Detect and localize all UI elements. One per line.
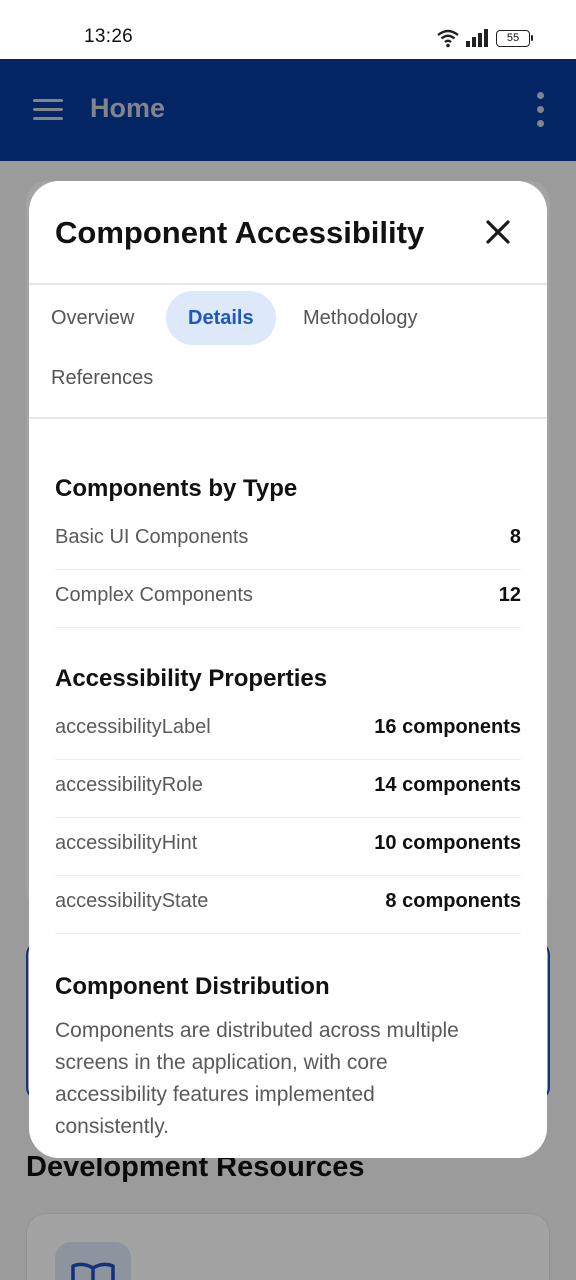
close-icon[interactable] (485, 219, 511, 245)
row-value: 12 (498, 584, 521, 606)
modal-header: Component Accessibility (29, 181, 547, 285)
status-icons: 55 (436, 27, 533, 49)
row-label: accessibilityRole (55, 774, 203, 796)
tab-references[interactable]: References (29, 351, 175, 405)
row-value: 8 components (385, 890, 521, 912)
row-value: 16 components (374, 716, 521, 738)
status-bar: 13:26 55 (0, 0, 576, 59)
section-title: Accessibility Properties (55, 665, 328, 692)
list-item: Basic UI Components 8 (55, 512, 521, 570)
components-by-type-section: Components by Type Basic UI Components 8… (55, 475, 521, 628)
signal-icon (466, 29, 488, 47)
list-item: accessibilityLabel 16 components (55, 702, 521, 760)
tab-bar: Overview Details Methodology References (29, 285, 547, 419)
row-label: Basic UI Components (55, 526, 249, 548)
status-time: 13:26 (84, 26, 134, 47)
row-value: 8 (509, 526, 521, 548)
section-title: Component Distribution (55, 973, 330, 1000)
section-title: Components by Type (55, 475, 298, 502)
list-item: accessibilityRole 14 components (55, 760, 521, 818)
component-distribution-section: Component Distribution Components are di… (55, 973, 521, 1143)
row-value: 14 components (374, 774, 521, 796)
accessibility-properties-section: Accessibility Properties accessibilityLa… (55, 665, 521, 934)
row-label: Complex Components (55, 584, 253, 606)
row-label: accessibilityLabel (55, 716, 211, 738)
row-label: accessibilityHint (55, 832, 198, 854)
list-item: Complex Components 12 (55, 570, 521, 628)
tab-details[interactable]: Details (166, 291, 276, 345)
list-item: accessibilityState 8 components (55, 876, 521, 934)
battery-icon: 55 (496, 29, 533, 47)
modal-title: Component Accessibility (55, 215, 425, 250)
list-item: accessibilityHint 10 components (55, 818, 521, 876)
tab-overview[interactable]: Overview (29, 291, 156, 345)
wifi-icon (437, 29, 459, 48)
tab-methodology[interactable]: Methodology (281, 291, 440, 345)
row-label: accessibilityState (55, 890, 209, 912)
distribution-text: Components are distributed across multip… (55, 1019, 459, 1138)
row-value: 10 components (374, 832, 521, 854)
accessibility-modal: Component Accessibility Overview Details… (29, 181, 547, 1158)
